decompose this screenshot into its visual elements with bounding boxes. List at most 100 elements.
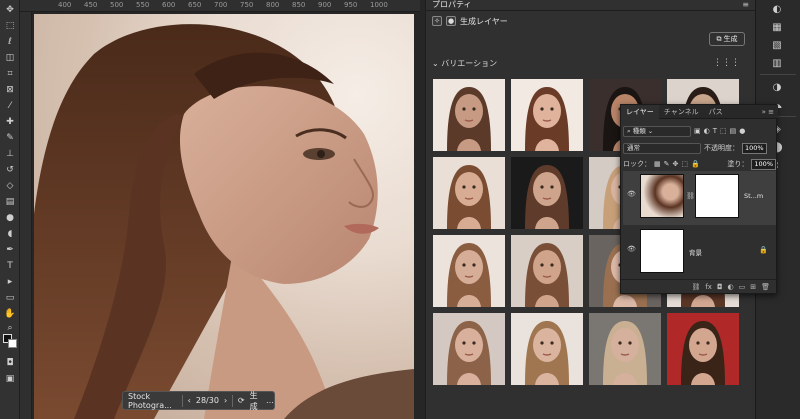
ruler-label: 1000 — [370, 1, 388, 9]
layer-filter-row: ⌕ 種類 ⌄ ▣ ◐ T ⬚ ▤ ● — [623, 125, 776, 137]
ruler-label: 800 — [266, 1, 280, 9]
swatches-panel-icon[interactable]: ▦ — [770, 20, 784, 34]
tab-layers[interactable]: レイヤー — [621, 104, 659, 119]
photoshop-window: ✥ ⬚ ℓ ◫ ⌗ ⊠ ⁄ ✚ ✎ ⊥ ↺ ◇ ▤ ● ◖ ✒ T ▸ ▭ ✋ … — [0, 0, 800, 419]
lock-artboard-icon[interactable]: ⬚ — [681, 160, 688, 168]
layer-thumbnail-icon: ● — [446, 16, 456, 26]
color-panel-icon[interactable]: ◐ — [770, 2, 784, 16]
adjustment-layer-icon[interactable]: ◐ — [728, 283, 734, 291]
filter-pixel-icon[interactable]: ▣ — [694, 127, 701, 135]
portrait-photo[interactable] — [34, 14, 414, 419]
object-select-tool-icon[interactable]: ◫ — [3, 52, 17, 64]
properties-generate-button[interactable]: ⧉ 生成 — [709, 32, 745, 46]
screen-mode-icon[interactable]: ▣ — [3, 373, 17, 385]
frame-tool-icon[interactable]: ⊠ — [3, 84, 17, 96]
opacity-label: 不透明度： — [704, 144, 739, 152]
eraser-tool-icon[interactable]: ◇ — [3, 180, 17, 192]
variation-thumbnail[interactable] — [589, 313, 661, 385]
layer-name[interactable]: 背景 — [689, 247, 702, 257]
generate-icon: ⧉ — [716, 34, 722, 43]
clone-stamp-tool-icon[interactable]: ⊥ — [3, 148, 17, 160]
pen-tool-icon[interactable]: ✒ — [3, 244, 17, 256]
fill-input[interactable]: 100% — [751, 158, 776, 170]
lock-transparent-icon[interactable]: ▦ — [654, 160, 661, 168]
filter-kind-select[interactable]: ⌕ 種類 ⌄ — [623, 125, 691, 137]
eyedropper-tool-icon[interactable]: ⁄ — [3, 100, 17, 112]
lock-position-icon[interactable]: ✥ — [673, 160, 679, 168]
generate-button[interactable]: 生成 — [250, 390, 261, 412]
visibility-eye-icon[interactable]: 👁 — [627, 190, 636, 198]
lock-all-icon[interactable]: 🔒 — [691, 160, 700, 168]
blend-mode-select[interactable]: 通常 — [623, 142, 701, 154]
path-selection-tool-icon[interactable]: ▸ — [3, 276, 17, 288]
move-tool-icon[interactable]: ✥ — [3, 4, 17, 16]
background-color-swatch[interactable] — [8, 339, 17, 348]
previous-variation-icon[interactable]: ‹ — [188, 396, 191, 405]
link-layers-icon[interactable]: ⛓ — [691, 283, 700, 291]
generation-variations-bar: Stock Photogra... ‹ 28/30 › ⟳ 生成 … — [122, 390, 275, 412]
variation-thumbnail[interactable] — [433, 313, 505, 385]
layer-name[interactable]: St...m — [744, 192, 763, 200]
new-group-icon[interactable]: ▭ — [739, 283, 746, 291]
filter-shape-icon[interactable]: ⬚ — [720, 127, 727, 135]
layer-row-generative[interactable]: 👁 ⛓ St...m — [623, 171, 776, 225]
tab-channels[interactable]: チャンネル — [659, 105, 704, 119]
generate-button-label: 生成 — [723, 35, 738, 43]
more-options-icon[interactable]: … — [266, 396, 274, 405]
divider — [426, 10, 756, 11]
panel-menu-icon[interactable]: » ≡ — [762, 108, 778, 116]
layer-row-background[interactable]: 👁 背景 🔒 — [623, 226, 776, 280]
variation-thumbnail[interactable] — [667, 313, 739, 385]
brush-tool-icon[interactable]: ✎ — [3, 132, 17, 144]
variation-thumbnail[interactable] — [433, 157, 505, 229]
variation-thumbnail[interactable] — [511, 79, 583, 151]
crop-tool-icon[interactable]: ⌗ — [3, 68, 17, 80]
tab-paths[interactable]: パス — [704, 105, 728, 119]
add-mask-icon[interactable]: ◘ — [717, 283, 723, 291]
visibility-eye-icon[interactable]: 👁 — [627, 245, 636, 253]
adjustments-panel-icon[interactable]: ◑ — [770, 80, 784, 94]
panel-menu-icon[interactable]: ≡ — [742, 0, 749, 9]
variation-thumbnail[interactable] — [433, 235, 505, 307]
filter-toggle-icon[interactable]: ● — [739, 127, 745, 135]
layer-style-icon[interactable]: fx — [705, 283, 712, 291]
filter-smart-object-icon[interactable]: ▤ — [730, 127, 737, 135]
variations-section-header[interactable]: ⌄ バリエーション — [432, 58, 497, 69]
blend-opacity-row: 通常 不透明度： 100% — [623, 142, 776, 154]
blend-mode-value: 通常 — [627, 143, 640, 152]
filter-type-icon[interactable]: T — [713, 127, 717, 135]
marquee-tool-icon[interactable]: ⬚ — [3, 20, 17, 32]
opacity-input[interactable]: 100% — [742, 142, 767, 154]
lock-icon[interactable]: 🔒 — [759, 246, 768, 254]
layer-mask-thumbnail[interactable] — [695, 174, 739, 218]
rectangle-tool-icon[interactable]: ▭ — [3, 292, 17, 304]
gradients-panel-icon[interactable]: ▧ — [770, 38, 784, 52]
filter-adjustment-icon[interactable]: ◐ — [704, 127, 710, 135]
lasso-tool-icon[interactable]: ℓ — [3, 36, 17, 48]
healing-brush-tool-icon[interactable]: ✚ — [3, 116, 17, 128]
ruler-label: 600 — [162, 1, 176, 9]
dodge-tool-icon[interactable]: ◖ — [3, 228, 17, 240]
type-tool-icon[interactable]: T — [3, 260, 17, 272]
patterns-panel-icon[interactable]: ▥ — [770, 56, 784, 70]
grid-view-icon[interactable]: ⋮⋮⋮ — [713, 58, 740, 68]
variation-thumbnail[interactable] — [433, 79, 505, 151]
gradient-tool-icon[interactable]: ▤ — [3, 196, 17, 208]
quick-mask-icon[interactable]: ◘ — [3, 357, 17, 369]
new-layer-icon[interactable]: ⊞ — [750, 283, 756, 291]
variation-thumbnail[interactable] — [511, 235, 583, 307]
zoom-tool-icon[interactable]: ⌕ — [3, 322, 17, 334]
variation-thumbnail[interactable] — [511, 157, 583, 229]
blur-tool-icon[interactable]: ● — [3, 212, 17, 224]
next-variation-icon[interactable]: › — [224, 396, 227, 405]
variation-thumbnail[interactable] — [511, 313, 583, 385]
hand-tool-icon[interactable]: ✋ — [3, 308, 17, 320]
generate-icon[interactable]: ⟳ — [238, 396, 245, 405]
generative-layer-label: 生成レイヤー — [460, 16, 508, 26]
link-icon[interactable]: ⛓ — [686, 192, 695, 200]
delete-layer-icon[interactable]: 🗑 — [761, 283, 770, 291]
lock-paint-icon[interactable]: ✎ — [664, 160, 670, 168]
properties-tab[interactable]: プロパティ — [432, 0, 472, 10]
history-brush-tool-icon[interactable]: ↺ — [3, 164, 17, 176]
ruler-label: 450 — [84, 1, 98, 9]
